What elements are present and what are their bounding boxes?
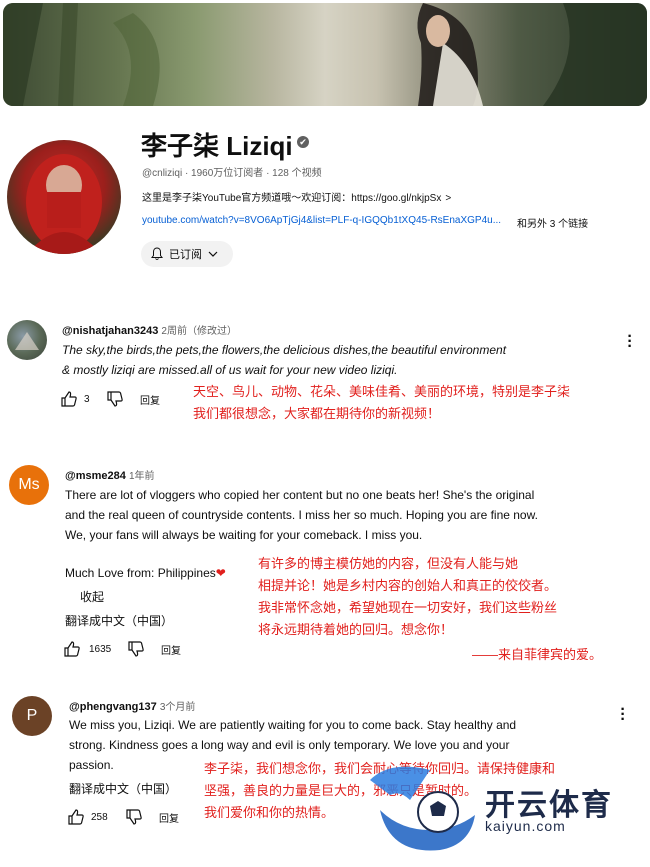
comment-line: We miss you, Liziqi. We are patiently wa…	[69, 718, 517, 732]
translate-button[interactable]: 翻译成中文（中国）	[65, 612, 173, 629]
comment-line: and the real queen of countryside conten…	[65, 508, 538, 522]
chevron-right-icon: >	[445, 193, 452, 204]
translation-annotation: 有许多的博主模仿她的内容，但没有人能与她 相提并论！她是乡村内容的创始人和真正的…	[258, 553, 557, 641]
more-options-icon[interactable]: · · ·	[627, 329, 633, 355]
comment-author[interactable]: @msme284 1年前	[65, 467, 155, 482]
comment-text: The sky,the birds,the pets,the flowers,t…	[62, 340, 506, 380]
comment-actions: 3 回复	[60, 390, 160, 408]
comment-avatar[interactable]: P	[12, 696, 52, 736]
chevron-down-icon	[208, 251, 218, 257]
comment-timestamp: 2周前（修改过）	[161, 326, 237, 337]
subscribe-label: 已订阅	[169, 249, 202, 261]
translation-line: 我非常怀念她，希望她现在一切安好，我们这些粉丝	[258, 600, 558, 615]
comment-username: @msme284	[65, 470, 126, 482]
watermark-subtitle: kaiyun.com	[485, 818, 566, 834]
banner-artwork	[3, 3, 647, 106]
thumbs-up-icon[interactable]	[67, 808, 85, 826]
translation-signature: ——来自菲律宾的爱。	[472, 647, 603, 662]
more-options-icon[interactable]: · · ·	[620, 702, 626, 728]
channel-avatar[interactable]	[7, 140, 121, 254]
more-links[interactable]: 和另外 3 个链接	[517, 215, 588, 230]
comment-username: @phengvang137	[69, 701, 157, 713]
like-count: 3	[84, 393, 90, 405]
thumbs-down-icon[interactable]	[127, 640, 145, 658]
thumbs-down-icon[interactable]	[125, 808, 143, 826]
comment-line: We, your fans will always be waiting for…	[65, 528, 423, 542]
translation-line: 我们都很想念，大家都在期待你的新视频！	[193, 406, 441, 421]
comment-line: Much Love from: Philippines	[65, 566, 216, 580]
like-count: 1635	[89, 643, 112, 655]
comment-line: There are lot of vloggers who copied her…	[65, 488, 535, 502]
watermark-logo-icon	[370, 766, 475, 851]
translate-button[interactable]: 翻译成中文（中国）	[69, 780, 177, 797]
comment-actions: 258 回复	[67, 808, 179, 826]
channel-link[interactable]: youtube.com/watch?v=8VO6ApTjGj4&list=PLF…	[142, 215, 501, 226]
comment-username: @nishatjahan3243	[62, 325, 159, 337]
comment-text: There are lot of vloggers who copied her…	[65, 485, 538, 545]
comment-timestamp: 3个月前	[159, 702, 196, 713]
comment-line: The sky,the birds,the pets,the flowers,t…	[62, 343, 507, 357]
translation-line: 将永远期待着她的回归。想念你！	[258, 622, 454, 637]
translation-line: 有许多的博主模仿她的内容，但没有人能与她	[258, 556, 519, 571]
translation-line: 天空、鸟儿、动物、花朵、美味佳肴、美丽的环境，特别是李子柒	[193, 384, 571, 399]
comment-line: & mostly liziqi are missed.all of us wai…	[62, 363, 398, 377]
channel-description[interactable]: 这里是李子柒YouTube官方频道哦～欢迎订阅：https://goo.gl/n…	[142, 189, 451, 204]
comment-author[interactable]: @nishatjahan3243 2周前（修改过）	[62, 322, 237, 337]
comment-extra-line: Much Love from: Philippines❤	[65, 563, 226, 583]
translation-annotation: 天空、鸟儿、动物、花朵、美味佳肴、美丽的环境，特别是李子柒 我们都很想念，大家都…	[193, 381, 570, 425]
comment-line: strong. Kindness goes a long way and evi…	[69, 738, 510, 752]
comment-timestamp: 1年前	[128, 471, 155, 482]
thumbs-down-icon[interactable]	[106, 390, 124, 408]
comment-avatar[interactable]: Ms	[9, 465, 49, 505]
thumbs-up-icon[interactable]	[60, 390, 78, 408]
channel-name: 李子柒 Liziqi	[141, 131, 293, 161]
like-count: 258	[91, 811, 108, 823]
bell-icon	[151, 247, 163, 260]
heart-icon: ❤	[215, 566, 226, 580]
channel-meta: @cnliziqi · 1960万位订阅者 · 128 个视频	[142, 168, 322, 179]
subscribe-button[interactable]: 已订阅	[141, 241, 233, 267]
comment-actions: 1635 回复	[63, 640, 181, 658]
reply-button[interactable]: 回复	[140, 392, 160, 407]
comment-avatar[interactable]	[7, 320, 47, 360]
comment-author[interactable]: @phengvang137 3个月前	[69, 698, 195, 713]
channel-description-text: 这里是李子柒YouTube官方频道哦～欢迎订阅：https://goo.gl/n…	[142, 193, 442, 204]
collapse-button[interactable]: 收起	[80, 588, 104, 605]
translation-line: 相提并论！她是乡村内容的创始人和真正的佼佼者。	[258, 578, 558, 593]
verified-icon: ✔	[297, 136, 309, 148]
thumbs-up-icon[interactable]	[63, 640, 81, 658]
reply-button[interactable]: 回复	[161, 642, 181, 657]
channel-banner	[3, 3, 647, 106]
reply-button[interactable]: 回复	[159, 810, 179, 825]
